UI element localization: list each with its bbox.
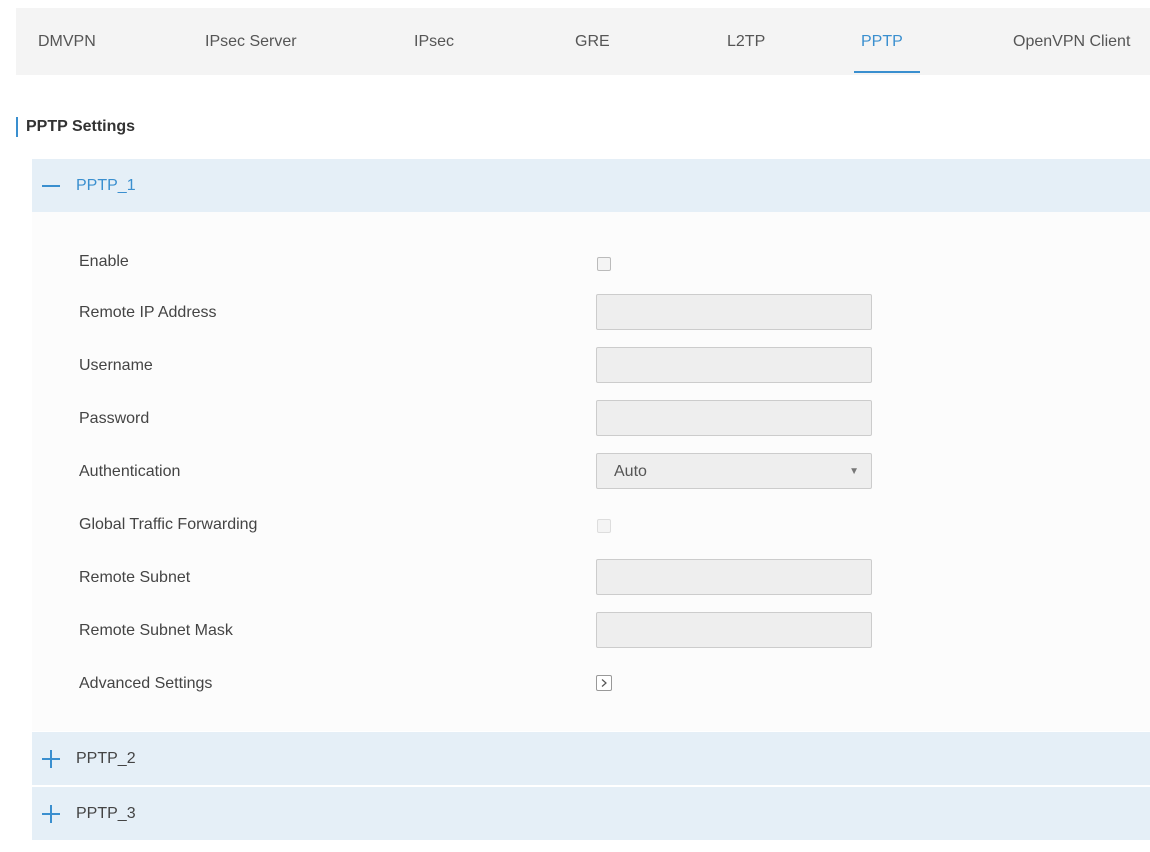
vpn-tab-bar: DMVPN IPsec Server IPsec GRE L2TP PPTP O…: [16, 8, 1150, 75]
enable-checkbox[interactable]: [597, 257, 611, 271]
chevron-right-icon: [601, 679, 607, 687]
minus-icon: [42, 184, 60, 187]
remote-subnet-mask-label: Remote Subnet Mask: [79, 622, 233, 639]
username-label: Username: [79, 357, 153, 374]
accordion-header-pptp-2[interactable]: PPTP_2: [32, 732, 1150, 785]
tab-ipsec[interactable]: IPsec: [414, 8, 454, 75]
authentication-label: Authentication: [79, 463, 181, 480]
password-input[interactable]: [596, 400, 872, 436]
tab-l2tp[interactable]: L2TP: [727, 8, 765, 75]
enable-label: Enable: [79, 253, 129, 270]
dropdown-arrow-icon: ▼: [849, 466, 859, 477]
tab-pptp[interactable]: PPTP: [861, 8, 903, 75]
pptp-1-panel: [32, 212, 1150, 731]
remote-subnet-input[interactable]: [596, 559, 872, 595]
tab-ipsec-server[interactable]: IPsec Server: [205, 8, 297, 75]
tab-dmvpn[interactable]: DMVPN: [38, 8, 96, 75]
tab-gre[interactable]: GRE: [575, 8, 610, 75]
accordion-label-pptp-2: PPTP_2: [76, 750, 136, 767]
remote-ip-label: Remote IP Address: [79, 304, 217, 321]
advanced-settings-label: Advanced Settings: [79, 675, 213, 692]
password-label: Password: [79, 410, 150, 427]
accordion-label-pptp-3: PPTP_3: [76, 805, 136, 822]
authentication-select[interactable]: Auto ▼: [596, 453, 872, 489]
username-input[interactable]: [596, 347, 872, 383]
global-traffic-forwarding-label: Global Traffic Forwarding: [79, 516, 258, 533]
remote-subnet-label: Remote Subnet: [79, 569, 191, 586]
accordion-label-pptp-1: PPTP_1: [76, 177, 136, 194]
active-tab-indicator: [854, 71, 920, 73]
remote-subnet-mask-input[interactable]: [596, 612, 872, 648]
tab-openvpn-client[interactable]: OpenVPN Client: [1013, 8, 1130, 75]
section-title: PPTP Settings: [16, 117, 135, 137]
plus-icon: [42, 749, 60, 768]
remote-ip-input[interactable]: [596, 294, 872, 330]
accordion-header-pptp-3[interactable]: PPTP_3: [32, 787, 1150, 840]
authentication-selected-value: Auto: [614, 463, 647, 480]
accordion-header-pptp-1[interactable]: PPTP_1: [32, 159, 1150, 212]
plus-icon: [42, 804, 60, 823]
global-traffic-forwarding-checkbox[interactable]: [597, 519, 611, 533]
advanced-settings-toggle[interactable]: [596, 675, 612, 691]
